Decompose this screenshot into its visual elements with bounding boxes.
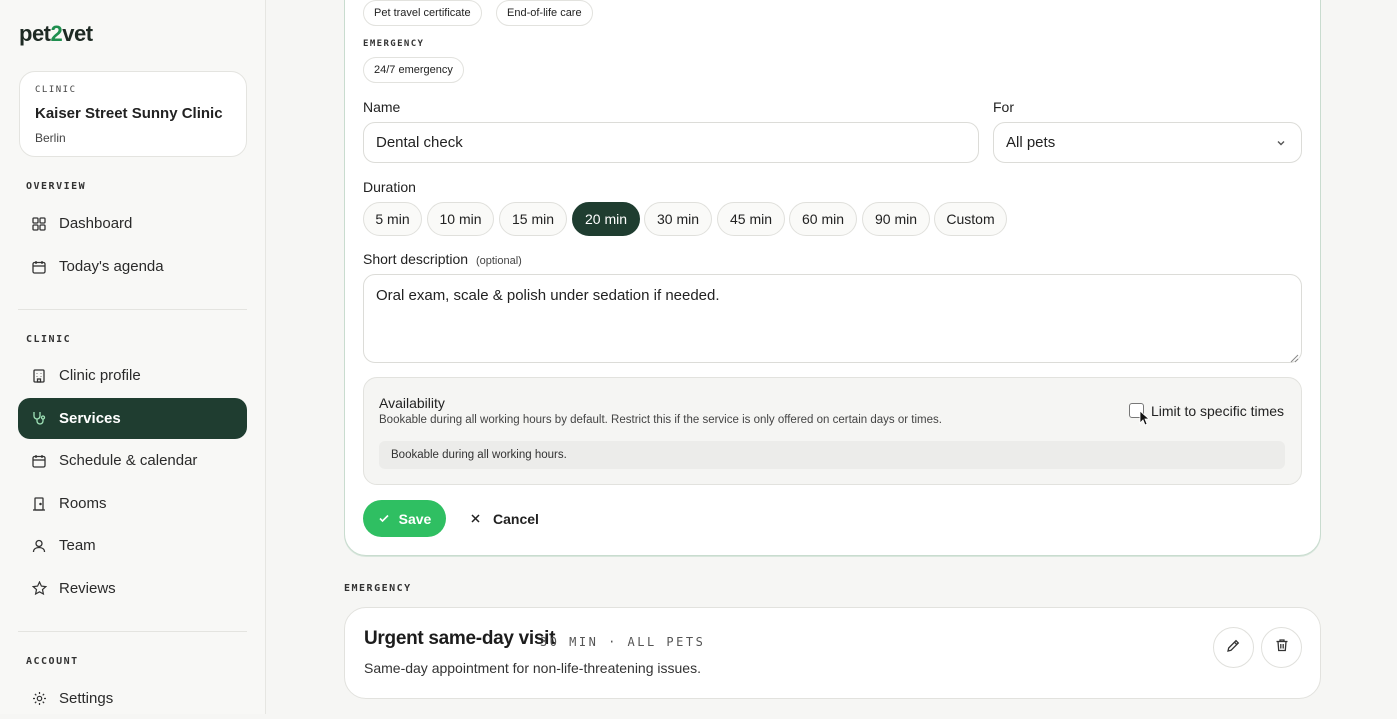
description-label-text: Short description	[363, 251, 469, 267]
nav-label: Today's agenda	[59, 258, 164, 275]
emergency-section-title: EMERGENCY	[344, 583, 412, 594]
clinic-name: Kaiser Street Sunny Clinic	[35, 105, 223, 122]
description-value: Oral exam, scale & polish under sedation…	[376, 287, 720, 304]
nav-label: Schedule & calendar	[59, 452, 198, 469]
save-label: Save	[398, 510, 432, 527]
for-select[interactable]: All pets	[993, 122, 1302, 163]
nav-label: Reviews	[59, 580, 116, 597]
nav-team[interactable]: Team	[18, 525, 247, 566]
app-logo[interactable]: pet2vet	[19, 21, 93, 47]
service-card: Urgent same-day visit 30 MIN · ALL PETS …	[344, 607, 1321, 699]
nav-reviews[interactable]: Reviews	[18, 568, 247, 609]
clinic-card-label: CLINIC	[35, 85, 77, 95]
nav-settings[interactable]: Settings	[18, 678, 247, 719]
clinic-city: Berlin	[35, 131, 66, 145]
nav-clinic-profile[interactable]: Clinic profile	[18, 355, 247, 396]
emergency-category-label: EMERGENCY	[363, 39, 425, 49]
nav-label: Dashboard	[59, 215, 133, 232]
pencil-icon	[1226, 638, 1241, 658]
trash-icon	[1275, 638, 1289, 657]
description-label: Short description (optional)	[363, 251, 522, 267]
gear-icon	[31, 691, 47, 707]
user-icon	[31, 538, 47, 554]
calendar-icon	[31, 453, 47, 469]
for-select-value: All pets	[1006, 134, 1056, 151]
grid-icon	[31, 216, 47, 232]
category-chip-24-7-emergency[interactable]: 24/7 emergency	[363, 57, 464, 83]
delete-service-button[interactable]	[1261, 627, 1302, 668]
optional-hint: (optional)	[475, 255, 522, 267]
duration-option-selected[interactable]: 20 min	[572, 202, 640, 236]
duration-option[interactable]: 60 min	[789, 202, 857, 236]
sidebar: pet2vet CLINIC Kaiser Street Sunny Clini…	[0, 0, 266, 714]
calendar-icon	[31, 259, 47, 275]
star-icon	[31, 581, 47, 597]
duration-option-custom[interactable]: Custom	[934, 202, 1007, 236]
nav-label: Rooms	[59, 495, 107, 512]
chevron-down-icon	[1275, 136, 1287, 153]
description-textarea[interactable]: Oral exam, scale & polish under sedation…	[363, 274, 1302, 363]
nav-label: Services	[59, 410, 121, 427]
availability-status: Bookable during all working hours.	[379, 441, 1285, 469]
nav-label: Clinic profile	[59, 367, 141, 384]
sidebar-divider	[18, 631, 247, 632]
mouse-cursor-icon	[1139, 410, 1151, 431]
resize-handle-icon[interactable]	[1289, 350, 1299, 363]
nav-label: Settings	[59, 690, 114, 707]
availability-title: Availability	[379, 395, 445, 411]
duration-option[interactable]: 10 min	[427, 202, 494, 236]
service-description: Same-day appointment for non-life-threat…	[364, 660, 701, 676]
duration-option[interactable]: 30 min	[644, 202, 712, 236]
nav-schedule-calendar[interactable]: Schedule & calendar	[18, 440, 247, 481]
cancel-label: Cancel	[493, 510, 539, 527]
limit-times-label[interactable]: Limit to specific times	[1151, 403, 1284, 419]
duration-option[interactable]: 90 min	[862, 202, 930, 236]
stethoscope-icon	[31, 411, 47, 427]
nav-dashboard[interactable]: Dashboard	[18, 203, 247, 244]
duration-option[interactable]: 45 min	[717, 202, 785, 236]
name-label: Name	[363, 99, 401, 115]
name-input[interactable]: Dental check	[363, 122, 979, 163]
nav-todays-agenda[interactable]: Today's agenda	[18, 246, 247, 287]
check-icon	[378, 511, 399, 527]
availability-panel: Availability Bookable during all working…	[363, 377, 1302, 485]
category-chip-end-of-life[interactable]: End-of-life care	[496, 0, 593, 26]
cancel-button[interactable]: Cancel	[462, 500, 547, 537]
clinic-switcher[interactable]: CLINIC Kaiser Street Sunny Clinic Berlin	[19, 71, 247, 157]
overview-section-title: OVERVIEW	[26, 181, 87, 192]
service-name: Urgent same-day visit	[364, 628, 556, 649]
availability-description: Bookable during all working hours by def…	[379, 414, 942, 426]
edit-service-button[interactable]	[1213, 627, 1254, 668]
duration-option[interactable]: 5 min	[363, 202, 422, 236]
account-section-title: ACCOUNT	[26, 656, 79, 667]
door-icon	[31, 496, 47, 512]
close-icon	[470, 511, 493, 527]
nav-label: Team	[59, 537, 96, 554]
for-label: For	[993, 99, 1014, 115]
service-meta: 30 MIN · ALL PETS	[540, 635, 706, 649]
duration-label: Duration	[363, 179, 416, 195]
nav-services[interactable]: Services	[18, 398, 247, 439]
building-icon	[31, 368, 47, 384]
sidebar-divider	[18, 309, 247, 310]
save-button[interactable]: Save	[363, 500, 446, 537]
duration-option[interactable]: 15 min	[499, 202, 567, 236]
category-chip-pet-travel[interactable]: Pet travel certificate	[363, 0, 482, 26]
clinic-section-title: CLINIC	[26, 334, 72, 345]
nav-rooms[interactable]: Rooms	[18, 483, 247, 524]
